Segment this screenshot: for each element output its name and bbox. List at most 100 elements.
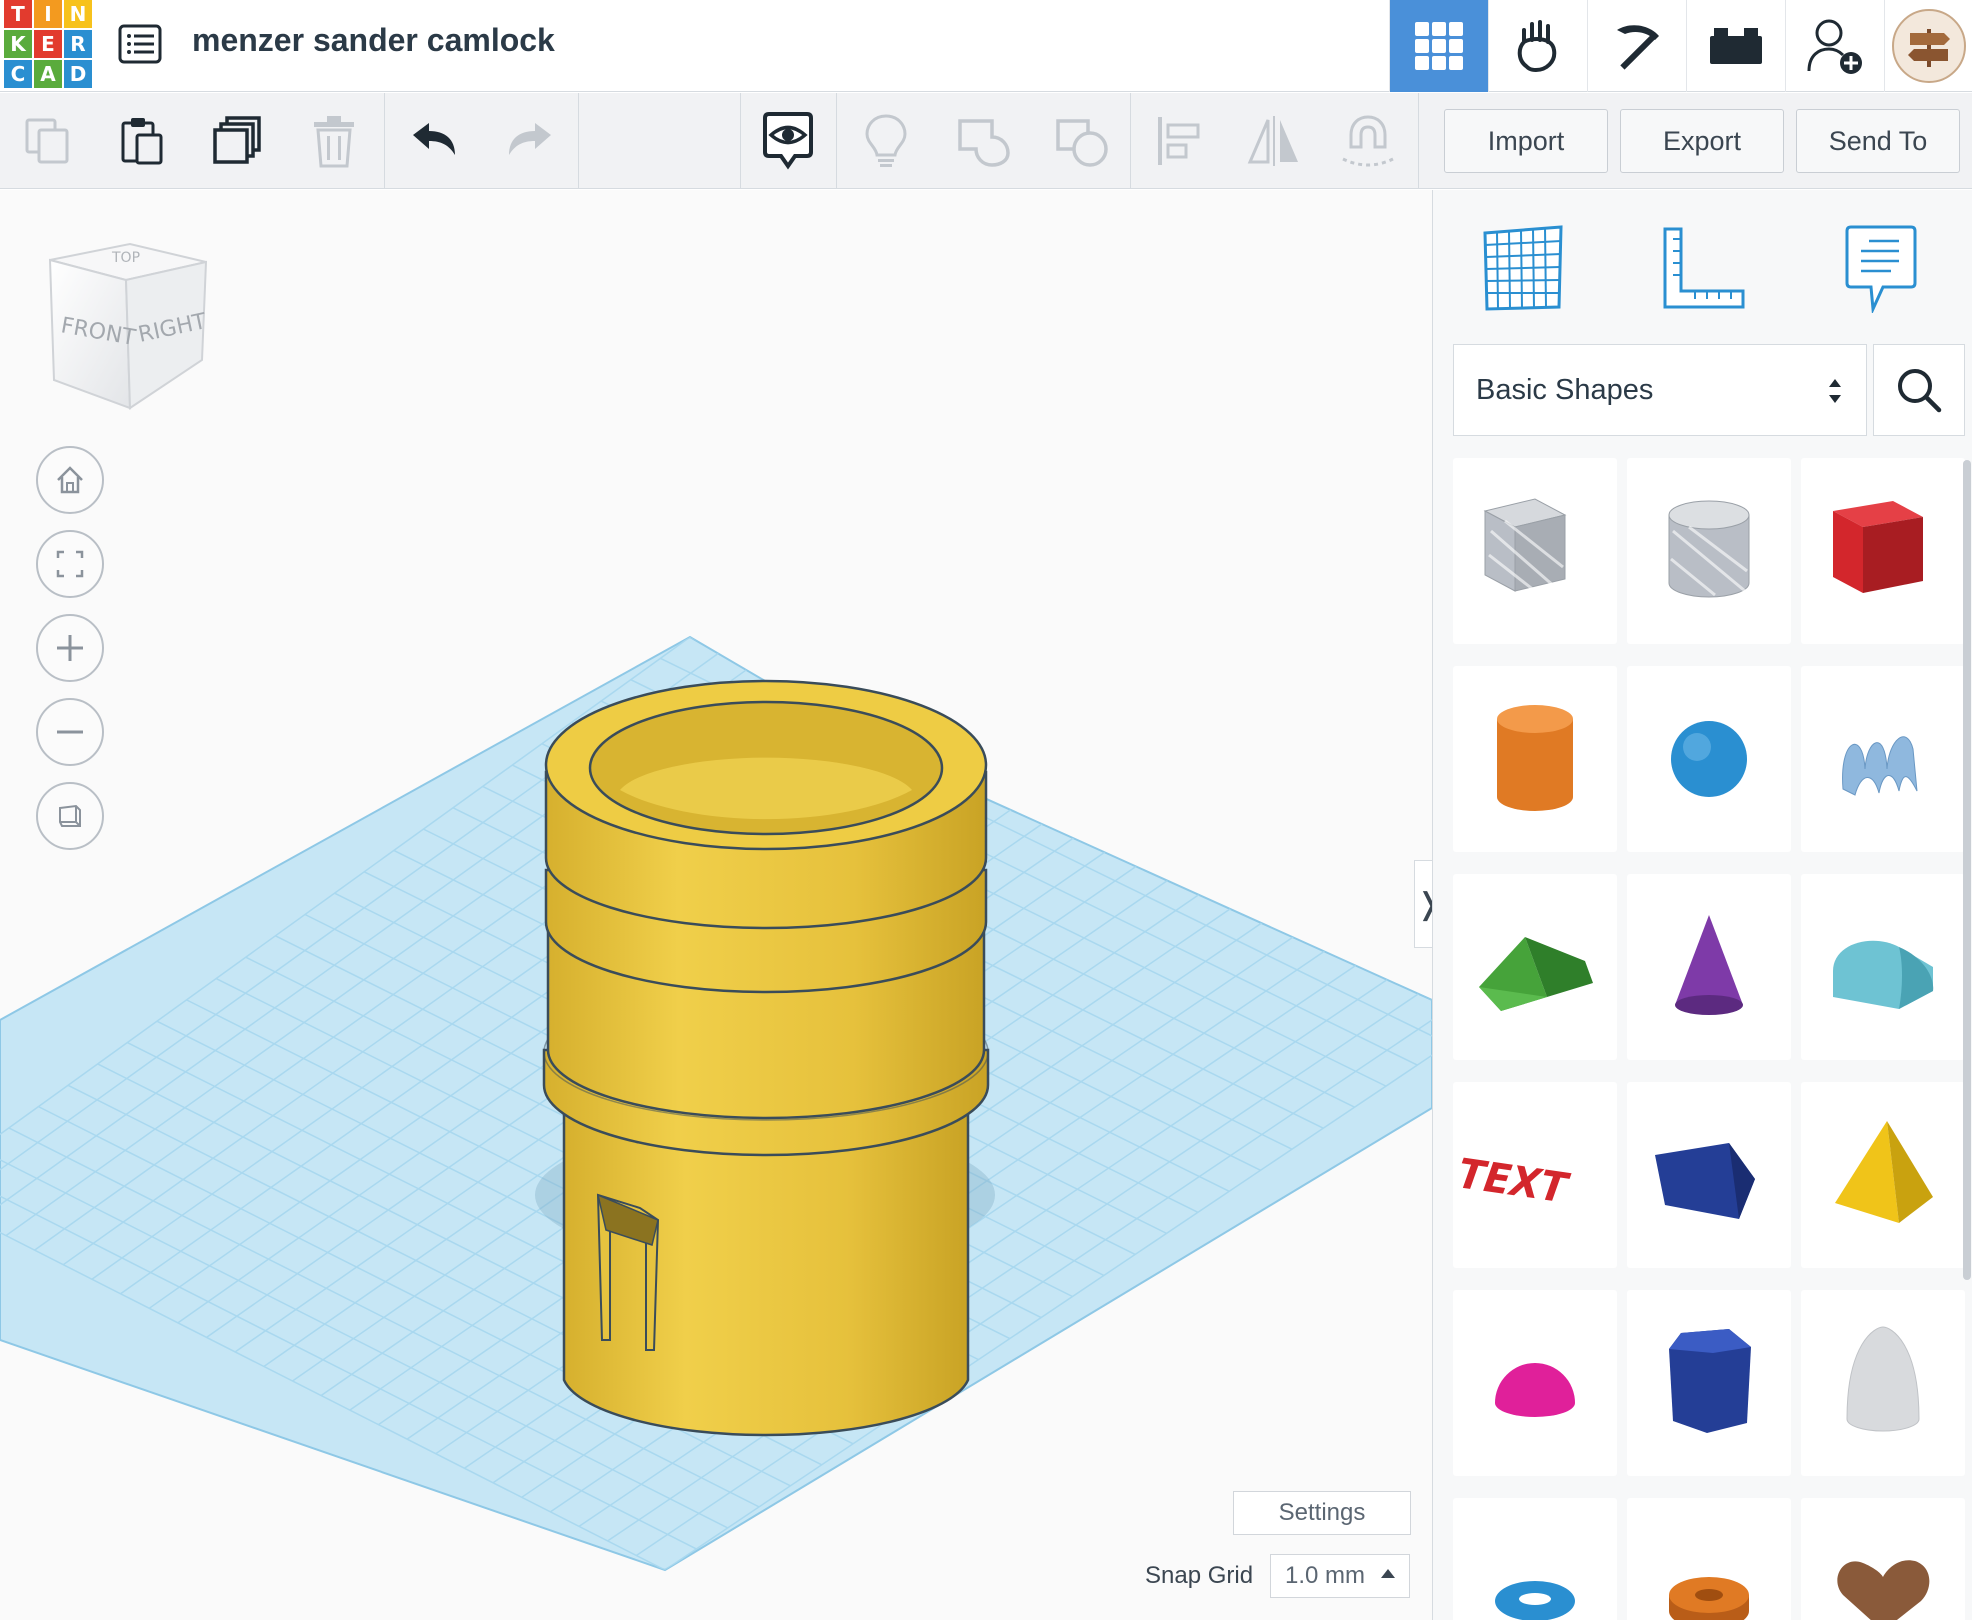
- zoom-out-button[interactable]: [36, 698, 104, 766]
- lightbulb-icon: [865, 114, 907, 167]
- shape-text[interactable]: TEXT: [1453, 1082, 1617, 1268]
- redo-icon: [509, 123, 551, 155]
- box-shape-icon: [1833, 501, 1923, 593]
- duplicate-button[interactable]: [208, 111, 268, 171]
- plus-icon: [57, 635, 83, 661]
- toolbar-divider: [740, 93, 741, 189]
- toolbar-divider: [1130, 93, 1131, 189]
- send-to-button[interactable]: Send To: [1796, 109, 1960, 173]
- ruler-tool-button[interactable]: [1653, 218, 1753, 318]
- logo-letter: K: [4, 30, 32, 58]
- home-icon: [57, 466, 83, 494]
- camlock-model[interactable]: [542, 679, 990, 1437]
- heart-shape-icon: [1837, 1560, 1930, 1620]
- shape-cylinder-hole[interactable]: [1627, 458, 1791, 644]
- shapes-panel: Basic Shapes TEXT: [1432, 190, 1972, 1620]
- design-title[interactable]: menzer sander camlock: [192, 22, 555, 59]
- top-bar: TIN KER CAD menzer sander camlock: [0, 0, 1972, 92]
- show-all-button[interactable]: [856, 111, 916, 171]
- zoom-in-button[interactable]: [36, 614, 104, 682]
- redo-button[interactable]: [500, 111, 560, 171]
- shape-box[interactable]: [1801, 458, 1965, 644]
- settings-button[interactable]: Settings: [1233, 1491, 1411, 1535]
- shape-box-hole[interactable]: [1453, 458, 1617, 644]
- shape-category-select[interactable]: Basic Shapes: [1453, 344, 1867, 436]
- ungroup-button[interactable]: [1052, 111, 1112, 171]
- toolbar-divider: [384, 93, 385, 189]
- tube-shape-icon: [1669, 1577, 1749, 1620]
- shapes-grid: TEXT: [1453, 458, 1965, 1620]
- align-button[interactable]: [1148, 111, 1208, 171]
- logo-letter: C: [4, 60, 32, 88]
- notes-tool-button[interactable]: [1831, 218, 1931, 318]
- 3d-design-view-button[interactable]: [1389, 0, 1488, 92]
- copy-button[interactable]: [18, 111, 78, 171]
- shape-sphere[interactable]: [1627, 666, 1791, 852]
- invite-user-button[interactable]: [1785, 0, 1884, 92]
- fit-view-button[interactable]: [36, 530, 104, 598]
- paraboloid-shape-icon: [1846, 1326, 1920, 1432]
- shape-pyramid[interactable]: [1801, 1082, 1965, 1268]
- import-button[interactable]: Import: [1444, 109, 1608, 173]
- paste-icon: [121, 118, 163, 165]
- perspective-toggle-button[interactable]: [36, 782, 104, 850]
- shape-tube[interactable]: [1627, 1498, 1791, 1620]
- undo-button[interactable]: [404, 111, 464, 171]
- toolbar-divider: [578, 93, 579, 189]
- snap-grid-select[interactable]: 1.0 mm: [1270, 1554, 1410, 1598]
- home-view-button[interactable]: [36, 446, 104, 514]
- duplicate-icon: [213, 116, 261, 164]
- group-icon: [958, 119, 1010, 167]
- shape-search-button[interactable]: [1873, 344, 1965, 436]
- roof-shape-icon: [1479, 937, 1593, 1011]
- sphere-shape-icon: [1671, 721, 1747, 797]
- paste-button[interactable]: [112, 111, 172, 171]
- trash-icon: [314, 116, 354, 168]
- cone-shape-icon: [1675, 915, 1743, 1015]
- logo-letter: E: [34, 30, 62, 58]
- shape-cone[interactable]: [1627, 874, 1791, 1060]
- shape-half-sphere[interactable]: [1453, 1290, 1617, 1476]
- logo-letter: N: [64, 0, 92, 28]
- box-hole-shape-icon: [1483, 498, 1567, 593]
- shape-torus[interactable]: [1453, 1498, 1617, 1620]
- workplane-viewport[interactable]: TOP FRONT RIGHT Settings Snap Grid 1.0 m…: [0, 190, 1432, 1620]
- shapes-scrollbar[interactable]: [1963, 460, 1971, 1280]
- tinkercad-logo[interactable]: TIN KER CAD: [4, 0, 92, 88]
- brick-view-button[interactable]: [1686, 0, 1785, 92]
- shape-polygon[interactable]: [1627, 1290, 1791, 1476]
- mirror-button[interactable]: [1244, 111, 1304, 171]
- minecraft-view-button[interactable]: [1587, 0, 1686, 92]
- logo-letter: A: [34, 60, 62, 88]
- workplane-tool-button[interactable]: [1473, 218, 1573, 318]
- shape-paraboloid[interactable]: [1801, 1290, 1965, 1476]
- perspective-icon: [59, 804, 81, 827]
- circuits-view-button[interactable]: [1488, 0, 1587, 92]
- shape-scribble[interactable]: [1801, 666, 1965, 852]
- shape-heart[interactable]: [1801, 1498, 1965, 1620]
- mirror-icon: [1247, 116, 1298, 166]
- text-shape-icon: TEXT: [1455, 1149, 1575, 1212]
- design-list-button[interactable]: [116, 20, 164, 68]
- magnet-icon: [1342, 115, 1394, 167]
- wedge-shape-icon: [1655, 1143, 1755, 1219]
- view-cube[interactable]: TOP FRONT RIGHT: [40, 240, 220, 410]
- export-button[interactable]: Export: [1620, 109, 1784, 173]
- shape-roof[interactable]: [1453, 874, 1617, 1060]
- toolbar-divider: [1418, 93, 1419, 189]
- round-roof-shape-icon: [1833, 940, 1934, 1009]
- user-add-icon: [1807, 19, 1862, 74]
- cylinder-shape-icon: [1497, 705, 1573, 811]
- shape-wedge[interactable]: [1627, 1082, 1791, 1268]
- shape-cylinder[interactable]: [1453, 666, 1617, 852]
- user-profile-button[interactable]: [1884, 0, 1972, 92]
- group-button[interactable]: [954, 111, 1014, 171]
- brick-icon: [1710, 28, 1762, 64]
- delete-button[interactable]: [304, 111, 364, 171]
- shape-round-roof[interactable]: [1801, 874, 1965, 1060]
- toolbar-divider: [836, 93, 837, 189]
- notes-visibility-button[interactable]: [758, 111, 818, 171]
- hand-icon: [1517, 20, 1557, 73]
- cruise-button[interactable]: [1338, 111, 1398, 171]
- top-nav: [1389, 0, 1972, 92]
